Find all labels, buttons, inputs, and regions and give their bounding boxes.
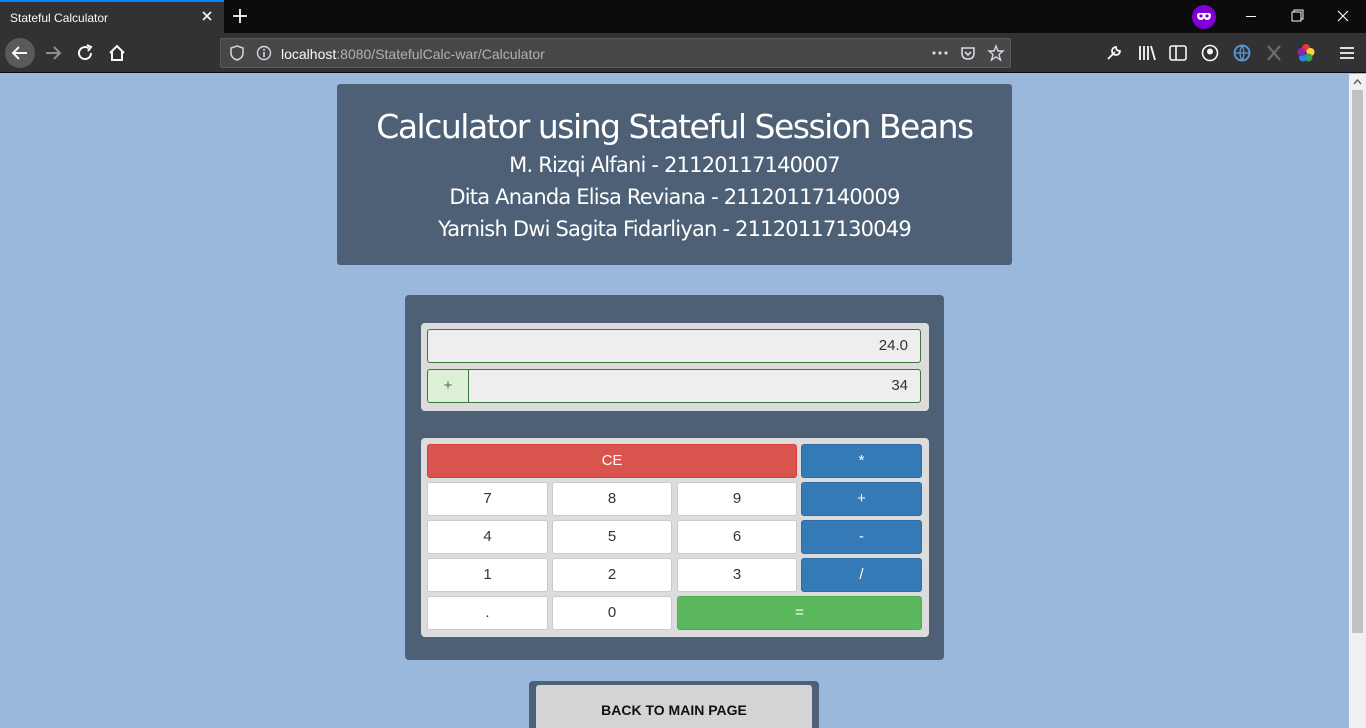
operator-indicator: + — [427, 369, 469, 403]
add-button[interactable]: + — [801, 482, 922, 516]
vertical-scrollbar[interactable] — [1349, 74, 1366, 728]
page-header: Calculator using Stateful Session Beans … — [337, 84, 1012, 265]
keypad: CE * 7 8 9 + 4 5 6 - 1 2 3 / . 0 = — [421, 438, 929, 637]
tab-title: Stateful Calculator — [10, 11, 109, 25]
digit-9-button[interactable]: 9 — [677, 482, 797, 516]
multiply-button[interactable]: * — [801, 444, 922, 478]
account-icon[interactable] — [1198, 41, 1222, 65]
url-host: localhost — [281, 46, 337, 62]
digit-5-button[interactable]: 5 — [552, 520, 672, 554]
url-text: localhost:8080/StatefulCalc-war/Calculat… — [281, 46, 545, 62]
back-button-frame: BACK TO MAIN PAGE — [529, 681, 819, 728]
close-tab-icon[interactable] — [199, 8, 215, 24]
result-display: 24.0 — [427, 329, 921, 363]
url-bar[interactable]: localhost:8080/StatefulCalc-war/Calculat… — [220, 38, 1011, 68]
page-actions-icon[interactable] — [930, 45, 950, 61]
tab-bar: Stateful Calculator — [0, 0, 1366, 33]
digit-2-button[interactable]: 2 — [552, 558, 672, 592]
input-field[interactable]: 34 — [468, 369, 921, 403]
back-arrow-icon[interactable] — [5, 38, 35, 68]
digit-3-button[interactable]: 3 — [677, 558, 797, 592]
digit-6-button[interactable]: 6 — [677, 520, 797, 554]
info-icon[interactable] — [256, 45, 272, 61]
close-window-icon[interactable] — [1320, 0, 1366, 33]
scrollbar-thumb[interactable] — [1352, 90, 1363, 633]
pocket-icon[interactable] — [959, 44, 977, 62]
url-path: :8080/StatefulCalc-war/Calculator — [336, 46, 545, 62]
divide-button[interactable]: / — [801, 558, 922, 592]
browser-tab[interactable]: Stateful Calculator — [0, 0, 224, 33]
page-title: Calculator using Stateful Session Beans — [376, 107, 974, 146]
digit-8-button[interactable]: 8 — [552, 482, 672, 516]
bookmark-star-icon[interactable] — [987, 44, 1005, 62]
digit-4-button[interactable]: 4 — [427, 520, 548, 554]
color-picker-icon[interactable] — [1294, 41, 1318, 65]
clear-entry-button[interactable]: CE — [427, 444, 797, 478]
back-to-main-page-button[interactable]: BACK TO MAIN PAGE — [536, 685, 812, 728]
author-line-3: Yarnish Dwi Sagita Fidarliyan - 21120117… — [438, 217, 912, 241]
author-line-1: M. Rizqi Alfani - 21120117140007 — [509, 153, 841, 177]
author-line-2: Dita Ananda Elisa Reviana - 211201171400… — [449, 185, 900, 209]
restore-icon[interactable] — [1274, 0, 1320, 33]
extension-x-icon[interactable] — [1262, 41, 1286, 65]
minimize-icon[interactable] — [1228, 0, 1274, 33]
subtract-button[interactable]: - — [801, 520, 922, 554]
shield-icon[interactable] — [229, 45, 245, 61]
new-tab-icon[interactable] — [230, 6, 250, 26]
sidebar-icon[interactable] — [1166, 41, 1190, 65]
scroll-up-icon[interactable] — [1353, 78, 1362, 86]
digit-1-button[interactable]: 1 — [427, 558, 548, 592]
decimal-point-button[interactable]: . — [427, 596, 548, 630]
digit-0-button[interactable]: 0 — [552, 596, 672, 630]
forward-arrow-icon[interactable] — [38, 38, 68, 68]
private-browsing-icon — [1192, 5, 1216, 29]
digit-7-button[interactable]: 7 — [427, 482, 548, 516]
menu-icon[interactable] — [1335, 41, 1359, 65]
wrench-icon[interactable] — [1102, 41, 1126, 65]
reload-icon[interactable] — [70, 38, 100, 68]
navigation-toolbar: localhost:8080/StatefulCalc-war/Calculat… — [0, 33, 1366, 73]
library-icon[interactable] — [1136, 41, 1160, 65]
home-icon[interactable] — [102, 38, 132, 68]
equals-button[interactable]: = — [677, 596, 922, 630]
display-panel: 24.0 + 34 — [421, 323, 929, 411]
calculator: 24.0 + 34 CE * 7 8 9 + 4 5 6 - 1 2 3 / .… — [405, 295, 944, 660]
extension-globe-icon[interactable] — [1230, 41, 1254, 65]
